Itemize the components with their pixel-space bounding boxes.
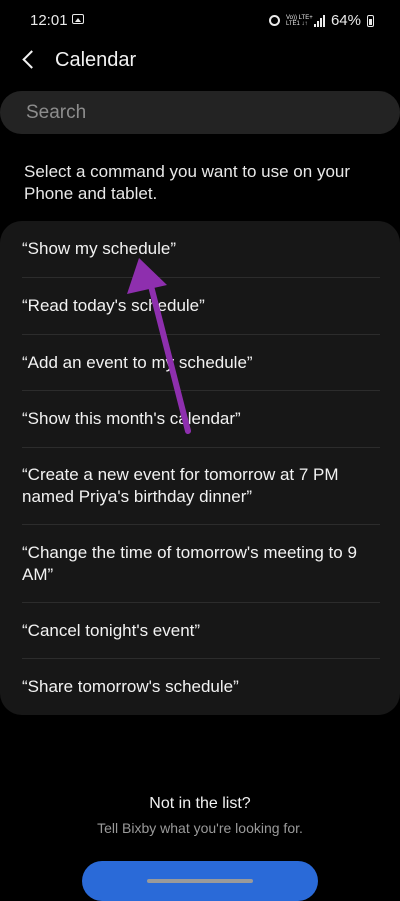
not-in-list-hint: Tell Bixby what you're looking for.: [97, 820, 303, 836]
alarm-icon: [268, 15, 280, 26]
app-header: Calendar: [0, 44, 400, 78]
command-item-read-schedule[interactable]: “Read today's schedule”: [22, 277, 380, 334]
gallery-icon: [72, 14, 84, 24]
battery-icon: [367, 14, 374, 27]
signal-icon: [313, 14, 325, 27]
command-list: “Show my schedule” “Read today's schedul…: [0, 221, 400, 715]
chevron-left-icon[interactable]: [22, 50, 41, 69]
command-item-month-calendar[interactable]: “Show this month's calendar”: [22, 390, 380, 447]
command-item-show-schedule[interactable]: “Show my schedule”: [22, 221, 380, 277]
command-item-share-schedule[interactable]: “Share tomorrow's schedule”: [22, 658, 380, 715]
command-item-cancel-event[interactable]: “Cancel tonight's event”: [22, 602, 380, 658]
search-input[interactable]: [24, 100, 368, 125]
battery-percent: 64%: [330, 12, 361, 29]
status-bar: 12:01 Vo)) LTE+ LTE1 ↓↑ 64%: [0, 0, 400, 40]
not-in-list-heading: Not in the list?: [149, 795, 251, 812]
status-icons: Vo)) LTE+ LTE1 ↓↑ 64%: [268, 12, 374, 29]
command-item-change-meeting-time[interactable]: “Change the time of tomorrow's meeting t…: [22, 524, 380, 602]
command-item-create-event[interactable]: “Create a new event for tomorrow at 7 PM…: [22, 447, 380, 524]
status-time: 12:01: [30, 12, 68, 29]
home-indicator[interactable]: [147, 879, 253, 883]
instruction-text: Select a command you want to use on your…: [24, 162, 351, 203]
search-bar[interactable]: [0, 91, 400, 134]
command-item-add-event[interactable]: “Add an event to my schedule”: [22, 334, 380, 390]
page-title: Calendar: [55, 49, 137, 71]
network-indicator: Vo)) LTE+ LTE1 ↓↑: [285, 14, 313, 27]
